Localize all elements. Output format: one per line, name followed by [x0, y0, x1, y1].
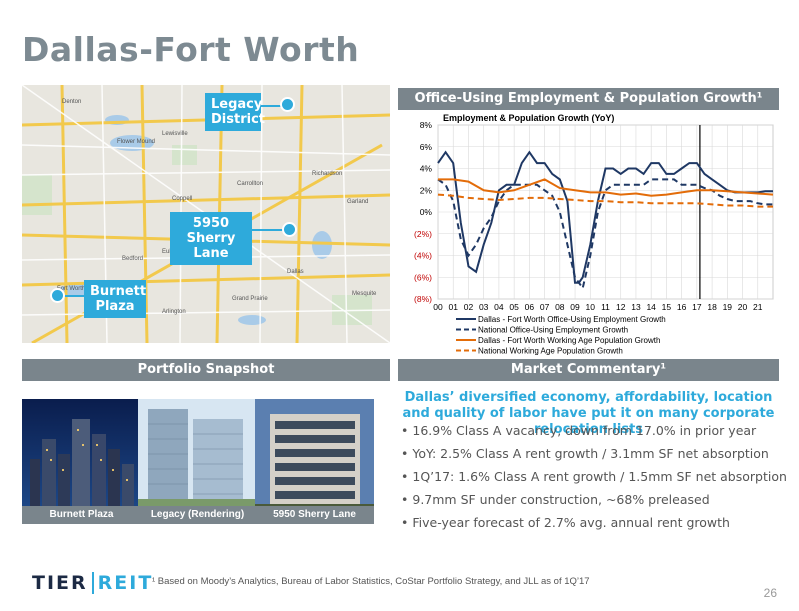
- page-title: Dallas-Fort Worth: [22, 30, 360, 69]
- x-tick-label: 08: [555, 302, 565, 312]
- page-number: 26: [763, 586, 777, 600]
- photo-legacy-rendering: Legacy (Rendering): [138, 399, 257, 524]
- y-tick-label: 0%: [420, 207, 433, 217]
- chart-header: Office-Using Employment & Population Gro…: [398, 88, 779, 110]
- growth-chart-svg: Employment & Population Growth (YoY) 8% 6%…: [414, 113, 774, 356]
- x-tick-label: 00: [433, 302, 443, 312]
- legacy-marker[interactable]: [280, 97, 295, 112]
- photo-burnett-plaza: Burnett Plaza: [22, 399, 141, 524]
- sherry-marker[interactable]: [282, 222, 297, 237]
- x-tick-label: 06: [525, 302, 535, 312]
- svg-text:Dallas: Dallas: [287, 269, 304, 275]
- x-tick-label: 14: [646, 302, 656, 312]
- y-tick-label: (6%): [414, 272, 432, 282]
- svg-text:Garland: Garland: [347, 199, 368, 205]
- burnett-marker[interactable]: [50, 288, 65, 303]
- footnote: ¹ Based on Moody’s Analytics, Bureau of …: [152, 576, 590, 587]
- x-tick-label: 15: [662, 302, 672, 312]
- photo-caption: 5950 Sherry Lane: [255, 506, 374, 524]
- growth-chart: Employment & Population Growth (YoY) 8% 6%…: [398, 113, 779, 356]
- x-tick-label: 07: [540, 302, 550, 312]
- svg-text:Carrollton: Carrollton: [237, 181, 263, 187]
- x-tick-label: 03: [479, 302, 489, 312]
- y-tick-label: (8%): [414, 294, 432, 304]
- svg-text:Mesquite: Mesquite: [352, 291, 377, 297]
- commentary-bullets: • 16.9% Class A vacancy, down from 17.0% …: [401, 423, 787, 538]
- commentary-bullet: • 16.9% Class A vacancy, down from 17.0% …: [401, 423, 757, 438]
- legend-label: National Working Age Population Growth: [478, 347, 623, 356]
- legend-label: Dallas - Fort Worth Working Age Populati…: [478, 336, 660, 345]
- x-tick-label: 12: [616, 302, 626, 312]
- x-tick-label: 17: [692, 302, 702, 312]
- tier-reit-logo: TIER REIT: [32, 572, 154, 594]
- commentary-bullet: • 9.7mm SF under construction, ~68% prele…: [401, 492, 710, 507]
- x-tick-label: 09: [570, 302, 580, 312]
- y-tick-label: 4%: [420, 164, 433, 174]
- x-tick-label: 20: [738, 302, 748, 312]
- y-tick-label: (4%): [414, 251, 432, 261]
- legend-label: National Office-Using Employment Growth: [478, 326, 628, 335]
- svg-text:Richardson: Richardson: [312, 171, 342, 177]
- svg-text:Lewisville: Lewisville: [162, 131, 188, 137]
- chart-title: Employment & Population Growth (YoY): [443, 113, 614, 123]
- y-tick-label: (2%): [414, 229, 432, 239]
- sherry-lane-label: 5950 Sherry Lane: [170, 212, 252, 265]
- x-tick-label: 05: [509, 302, 519, 312]
- dfw-map: Flower Mound Lewisville Carrollton Richa…: [22, 85, 390, 343]
- x-tick-label: 01: [448, 302, 458, 312]
- y-tick-label: 8%: [420, 120, 433, 130]
- photo-caption: Burnett Plaza: [22, 506, 141, 524]
- svg-text:Coppell: Coppell: [172, 196, 192, 202]
- commentary-header: Market Commentary¹: [398, 359, 779, 381]
- commentary-bullet: • Five-year forecast of 2.7% avg. annual …: [401, 515, 730, 530]
- x-tick-label: 21: [753, 302, 763, 312]
- x-tick-label: 02: [464, 302, 474, 312]
- legend-label: Dallas - Fort Worth Office-Using Employm…: [478, 315, 666, 324]
- burnett-connector: [64, 295, 84, 297]
- x-tick-label: 13: [631, 302, 641, 312]
- commentary-bullet: • 1Q’17: 1.6% Class A rent growth / 1.5mm…: [401, 469, 787, 484]
- x-tick-label: 10: [586, 302, 596, 312]
- svg-text:Flower Mound: Flower Mound: [117, 139, 155, 145]
- svg-text:Arlington: Arlington: [162, 309, 186, 315]
- x-tick-label: 11: [601, 302, 610, 312]
- burnett-plaza-label: Burnett Plaza: [84, 280, 146, 318]
- x-tick-label: 18: [707, 302, 717, 312]
- commentary-bullet: • YoY: 2.5% Class A rent growth / 3.1mm S…: [401, 446, 769, 461]
- svg-text:Grand Prairie: Grand Prairie: [232, 296, 268, 302]
- x-tick-label: 19: [723, 302, 733, 312]
- x-tick-label: 04: [494, 302, 504, 312]
- photo-caption: Legacy (Rendering): [138, 506, 257, 524]
- x-tick-label: 16: [677, 302, 687, 312]
- y-tick-label: 2%: [420, 185, 433, 195]
- portfolio-header: Portfolio Snapshot: [22, 359, 390, 381]
- svg-text:Denton: Denton: [62, 99, 81, 105]
- legacy-district-label: Legacy District: [205, 93, 265, 131]
- svg-text:Bedford: Bedford: [122, 256, 143, 262]
- y-tick-label: 6%: [420, 142, 433, 152]
- photo-5950-sherry-lane: 5950 Sherry Lane: [255, 399, 374, 524]
